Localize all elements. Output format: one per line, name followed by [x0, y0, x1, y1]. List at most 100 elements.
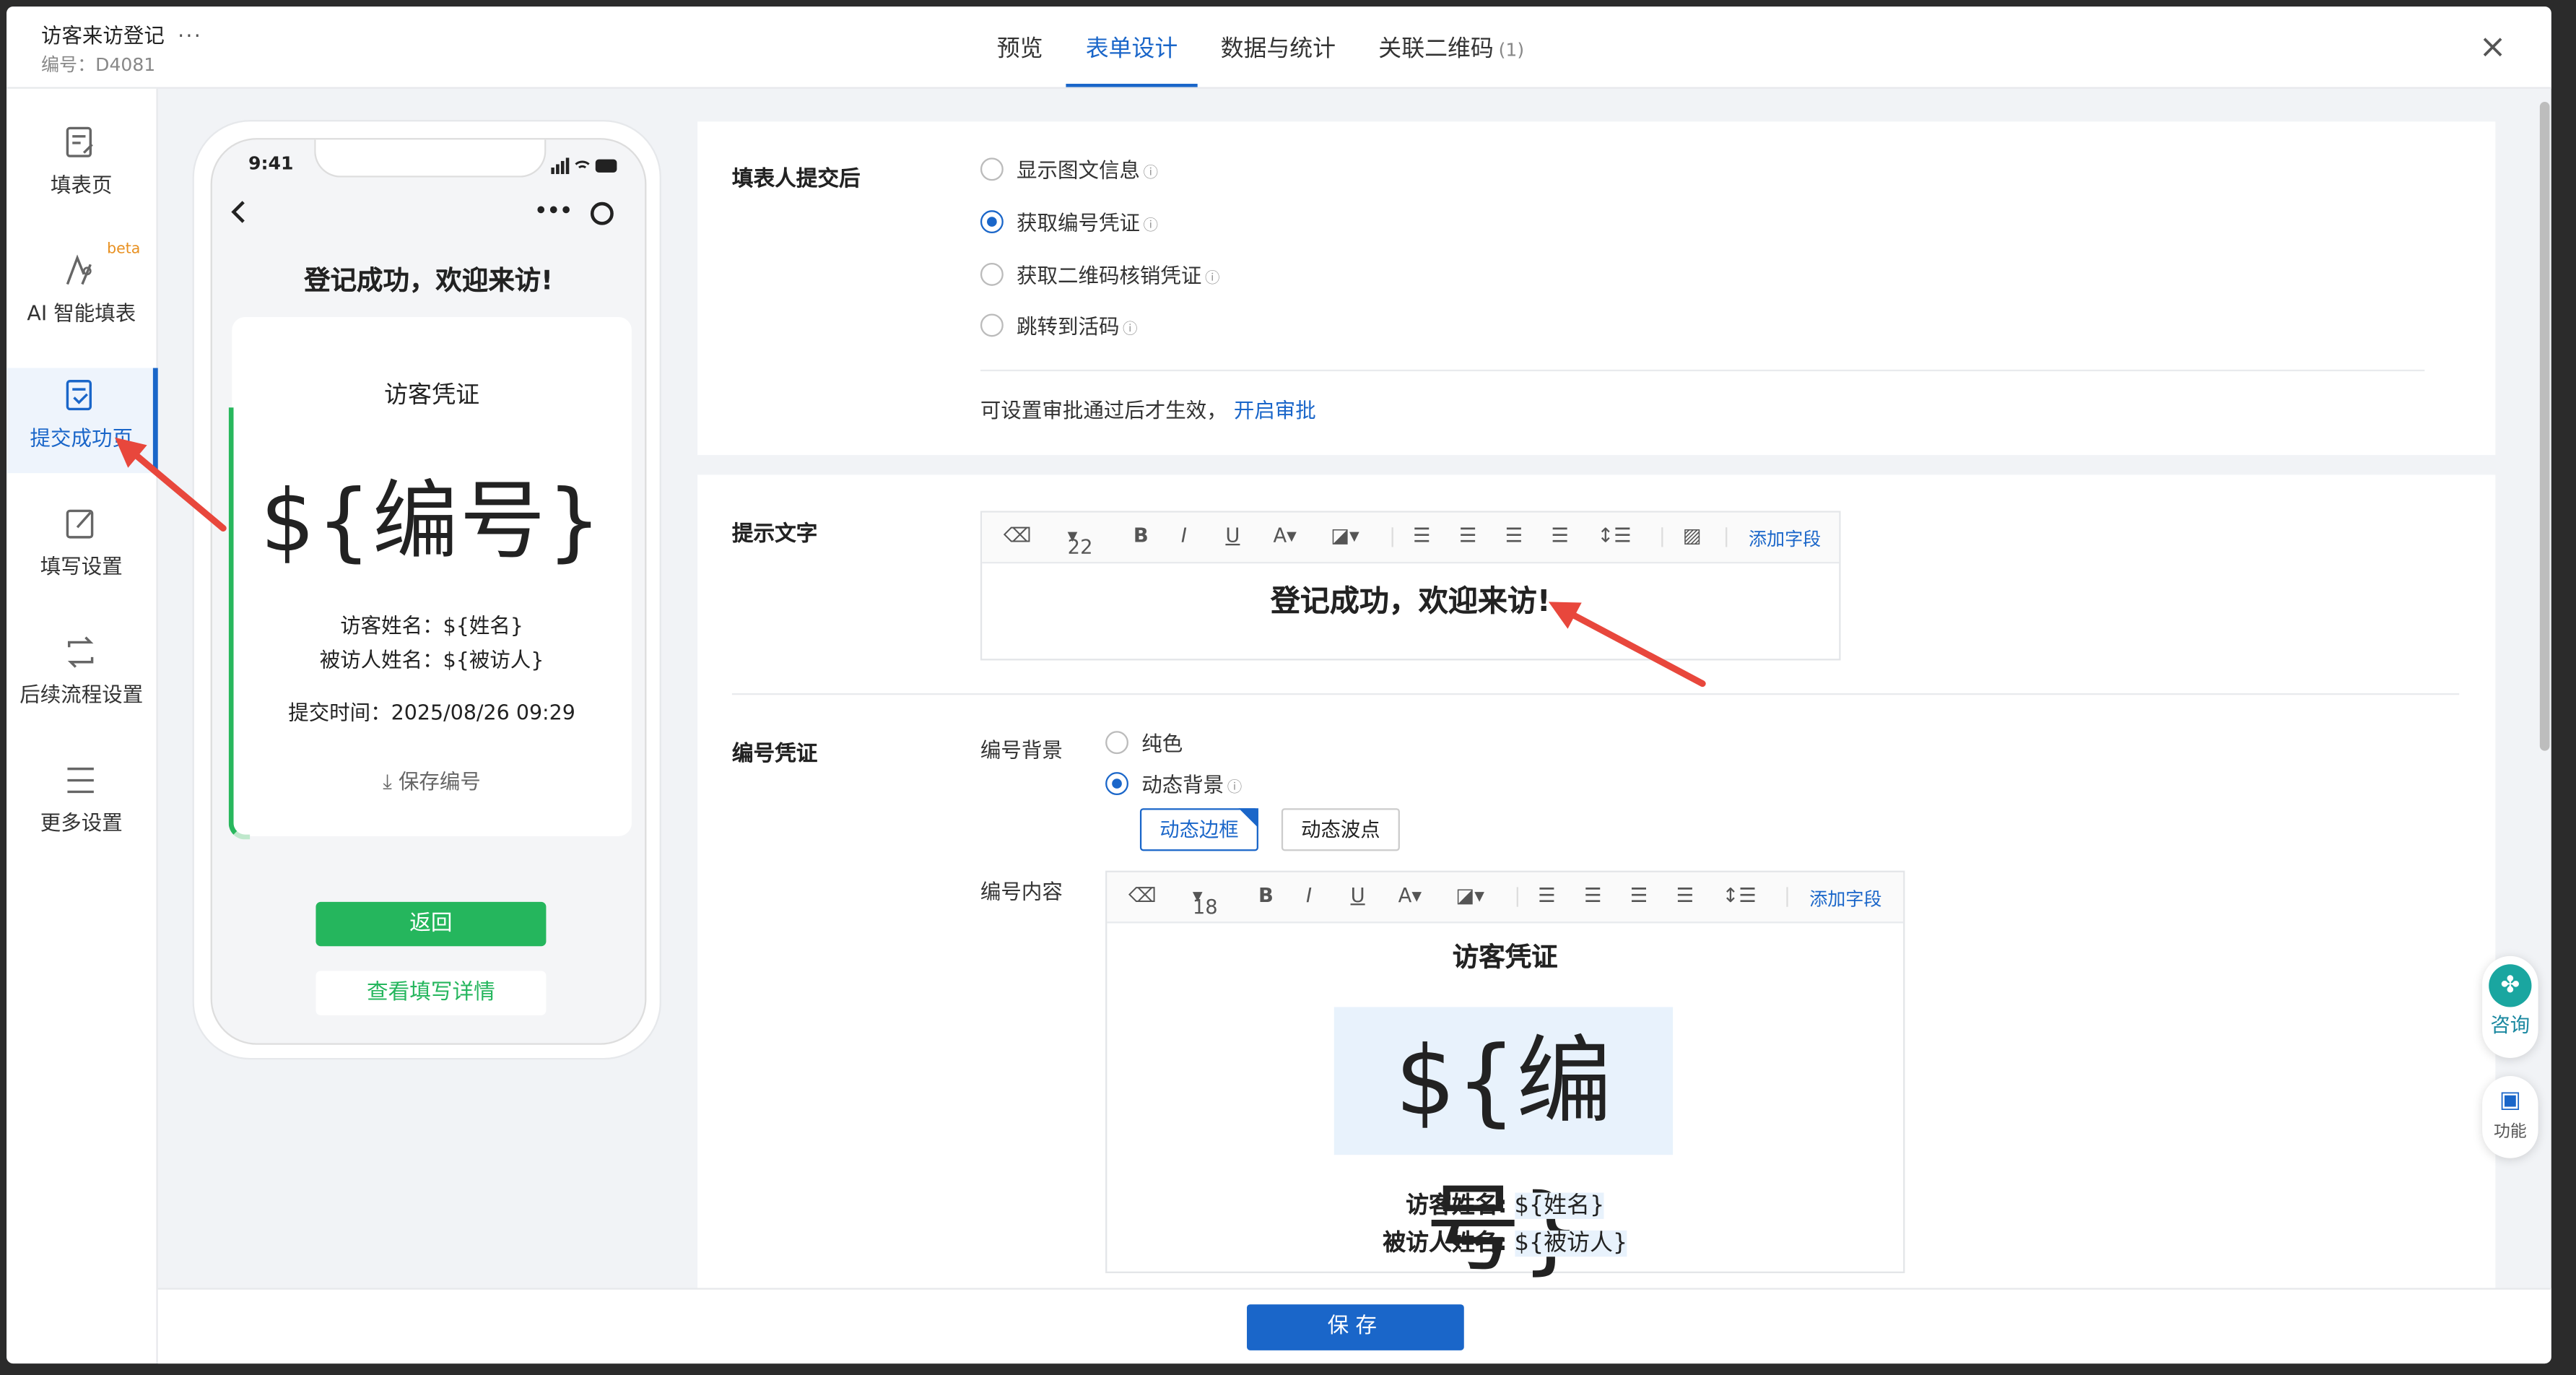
sidebar-item-label: 后续流程设置	[19, 682, 144, 707]
save-button[interactable]: 保存	[1247, 1304, 1464, 1350]
align-left-icon[interactable]: ☰	[1413, 524, 1431, 547]
font-size-select[interactable]: 18 ▾	[1193, 884, 1218, 919]
tab-preview-label: 预览	[996, 36, 1043, 63]
justify-icon[interactable]: ☰	[1552, 524, 1570, 547]
eraser-icon[interactable]: ⌫	[1004, 524, 1032, 547]
sidebar-item-label: 更多设置	[40, 810, 123, 835]
radio-button[interactable]	[980, 262, 1004, 286]
font-size-select[interactable]: 22 ▾	[1068, 524, 1093, 559]
toolbar-divider	[1786, 887, 1788, 907]
option-show-media[interactable]: 显示图文信息 ⓘ	[980, 156, 1158, 186]
tab-form-design[interactable]: 表单设计	[1066, 6, 1198, 87]
bold-icon[interactable]: B	[1133, 524, 1149, 547]
align-right-icon[interactable]: ☰	[1505, 524, 1523, 547]
font-color-icon[interactable]: A▾	[1273, 524, 1296, 547]
number-highlight: ${编号}	[1333, 1007, 1674, 1285]
editor-voucher-title: 访客凭证	[1452, 941, 1558, 973]
approval-text: 可设置审批通过后才生效，	[980, 397, 1227, 422]
radio-button[interactable]	[980, 157, 1004, 181]
tab-data-stats-label: 数据与统计	[1220, 36, 1336, 63]
tab-linked-qrcode-label: 关联二维码	[1378, 36, 1494, 63]
content-panel: 提示文字 ⌫ 22 ▾ B I U A▾ ◪▾ ☰ ☰ ☰ ☰ ↕☰ ▨ 添加字…	[697, 474, 2496, 1288]
toolbar-divider	[1726, 527, 1728, 547]
help-icon[interactable]: ⓘ	[1144, 219, 1159, 235]
chip-dynamic-border[interactable]: 动态边框	[1139, 808, 1258, 851]
sidebar-item-fill-settings[interactable]: 填写设置	[6, 496, 156, 602]
align-center-icon[interactable]: ☰	[1459, 524, 1477, 547]
bg-option-dynamic[interactable]: 动态背景 ⓘ	[1105, 771, 1242, 800]
add-field-link[interactable]: 添加字段	[1809, 885, 1881, 911]
visitor-label: 访客姓名:	[1406, 1192, 1507, 1219]
tab-preview[interactable]: 预览	[977, 6, 1062, 87]
justify-icon[interactable]: ☰	[1676, 884, 1694, 907]
editor-visitee-row: 被访人姓名: ${被访人}	[1107, 1226, 1903, 1258]
option-label: 获取二维码核销凭证	[1017, 262, 1202, 288]
consult-button[interactable]: ✤ 咨询	[2482, 955, 2538, 1058]
option-label: 获取编号凭证	[1017, 210, 1140, 235]
line-height-icon[interactable]: ↕☰	[1597, 524, 1631, 547]
hint-text-editor[interactable]: ⌫ 22 ▾ B I U A▾ ◪▾ ☰ ☰ ☰ ☰ ↕☰ ▨ 添加字段 登记成…	[980, 511, 1841, 661]
radio-button[interactable]	[1105, 772, 1128, 796]
sidebar-item-workflow[interactable]: 后续流程设置	[6, 624, 156, 729]
italic-icon[interactable]: I	[1306, 884, 1312, 907]
function-label: 功能	[2494, 1123, 2527, 1142]
bookmark-icon: ▣	[2499, 1087, 2521, 1114]
scrollbar[interactable]	[2539, 102, 2550, 751]
more-options-icon[interactable]: ···	[178, 23, 202, 48]
option-get-qrcode[interactable]: 获取二维码核销凭证 ⓘ	[980, 261, 1220, 291]
align-center-icon[interactable]: ☰	[1584, 884, 1602, 907]
sidebar-item-form-page[interactable]: 填表页	[6, 115, 156, 220]
toolbar-divider	[1661, 527, 1663, 547]
eraser-icon[interactable]: ⌫	[1128, 884, 1157, 907]
after-submit-panel: 填表人提交后 显示图文信息 ⓘ 获取编号凭证 ⓘ 获取二维码核销凭证 ⓘ 跳转到活码 ⓘ…	[697, 121, 2496, 456]
highlight-icon[interactable]: ◪▾	[1455, 884, 1484, 907]
toolbar-divider	[1391, 527, 1393, 547]
font-color-icon[interactable]: A▾	[1398, 884, 1422, 907]
help-icon[interactable]: ⓘ	[1205, 271, 1220, 287]
sidebar-item-more-settings[interactable]: 更多设置	[6, 752, 156, 858]
bg-option-solid[interactable]: 纯色	[1105, 729, 1183, 759]
visitee-label: 被访人姓名:	[1383, 1230, 1507, 1257]
sidebar: 填表页 beta AI 智能填表 提交成功页 填写设置 后续流程设置 更多设置	[6, 88, 158, 1364]
number-content-editor[interactable]: ⌫ 18 ▾ B I U A▾ ◪▾ ☰ ☰ ☰ ☰ ↕☰ 添加字段 访客凭证	[1105, 870, 1905, 1285]
divider	[731, 693, 2460, 695]
tab-data-stats[interactable]: 数据与统计	[1201, 6, 1355, 87]
sidebar-item-label: 填表页	[51, 172, 113, 197]
underline-icon[interactable]: U	[1351, 884, 1365, 907]
stage: 访客来访登记 ··· 编号：D4081 预览 表单设计 数据与统计 关联二维码 (1…	[0, 0, 2576, 1375]
font-size-value: 18	[1192, 895, 1218, 919]
radio-button[interactable]	[980, 313, 1004, 337]
radio-button[interactable]	[980, 210, 1004, 234]
italic-icon[interactable]: I	[1181, 524, 1187, 547]
bold-icon[interactable]: B	[1258, 884, 1274, 907]
visitee-value: ${被访人}	[1514, 1230, 1628, 1257]
function-button[interactable]: ▣ 功能	[2482, 1075, 2538, 1158]
pinwheel-icon: ✤	[2489, 964, 2532, 1007]
align-right-icon[interactable]: ☰	[1630, 884, 1648, 907]
enable-approval-link[interactable]: 开启审批	[1234, 398, 1316, 422]
sidebar-item-label: AI 智能填表	[27, 300, 136, 326]
align-left-icon[interactable]: ☰	[1538, 884, 1556, 907]
header: 访客来访登记 ··· 编号：D4081 预览 表单设计 数据与统计 关联二维码 (1…	[6, 6, 2551, 89]
option-get-number[interactable]: 获取编号凭证 ⓘ	[980, 209, 1158, 238]
edit-settings-icon	[63, 506, 99, 542]
image-icon[interactable]: ▨	[1683, 524, 1702, 547]
settings-scroll-area[interactable]: 填表人提交后 显示图文信息 ⓘ 获取编号凭证 ⓘ 获取二维码核销凭证 ⓘ 跳转到活码 ⓘ…	[158, 89, 2551, 1288]
hint-text-content: 登记成功，欢迎来访!	[1270, 584, 1551, 620]
add-field-link[interactable]: 添加字段	[1749, 526, 1821, 552]
radio-button[interactable]	[1105, 731, 1128, 755]
highlight-icon[interactable]: ◪▾	[1331, 524, 1359, 547]
menu-icon	[63, 763, 99, 799]
close-icon[interactable]: ×	[2479, 26, 2507, 66]
line-height-icon[interactable]: ↕☰	[1722, 884, 1756, 907]
help-icon[interactable]: ⓘ	[1227, 781, 1243, 797]
underline-icon[interactable]: U	[1225, 524, 1240, 547]
chip-dynamic-dots[interactable]: 动态波点	[1281, 808, 1400, 851]
help-icon[interactable]: ⓘ	[1144, 166, 1159, 183]
option-jump-livecode[interactable]: 跳转到活码 ⓘ	[980, 312, 1138, 342]
ai-icon	[63, 253, 99, 289]
sidebar-item-ai-fill[interactable]: beta AI 智能填表	[6, 241, 156, 349]
help-icon[interactable]: ⓘ	[1123, 322, 1138, 339]
editor-toolbar: ⌫ 18 ▾ B I U A▾ ◪▾ ☰ ☰ ☰ ☰ ↕☰ 添加字段	[1107, 872, 1904, 924]
tab-linked-qrcode[interactable]: 关联二维码 (1)	[1359, 6, 1544, 87]
